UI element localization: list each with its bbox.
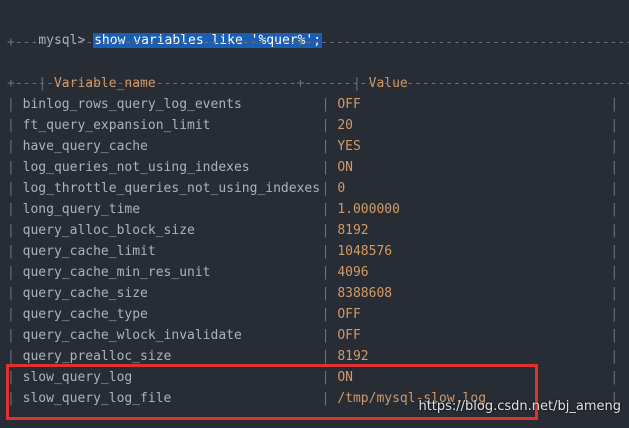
variable-value: 8388608 bbox=[337, 286, 393, 301]
table-row: | have_query_cache | YES | bbox=[7, 136, 618, 157]
variable-value: YES bbox=[337, 139, 361, 154]
table-row: | query_alloc_block_size | 8192 | bbox=[7, 220, 618, 241]
table-row: | query_cache_min_res_unit | 4096 | bbox=[7, 262, 618, 283]
variable-value: 20 bbox=[337, 118, 353, 133]
variable-name: query_cache_wlock_invalidate bbox=[22, 328, 242, 343]
variable-value: OFF bbox=[337, 307, 361, 322]
variable-name: query_cache_size bbox=[22, 286, 148, 301]
variable-name: long_query_time bbox=[22, 202, 141, 217]
variable-value: OFF bbox=[337, 328, 361, 343]
variable-value: OFF bbox=[337, 97, 361, 112]
variable-name: log_queries_not_using_indexes bbox=[22, 160, 250, 175]
table-row: | long_query_time | 1.000000 | bbox=[7, 199, 618, 220]
table-row: | binlog_rows_query_log_events | OFF | bbox=[7, 94, 618, 115]
table-row: | query_cache_type | OFF | bbox=[7, 304, 618, 325]
variable-value: 8192 bbox=[337, 223, 369, 238]
command-line[interactable]: mysql> show variables like '%quer%'; bbox=[7, 9, 323, 48]
variable-value: 4096 bbox=[337, 265, 369, 280]
variable-name: query_cache_limit bbox=[22, 244, 156, 259]
variable-value: 1.000000 bbox=[337, 202, 400, 217]
variable-name: query_cache_min_res_unit bbox=[22, 265, 211, 280]
table-row: | query_cache_wlock_invalidate | OFF | bbox=[7, 325, 618, 346]
variable-value: 0 bbox=[337, 181, 346, 196]
table-row: | log_throttle_queries_not_using_indexes… bbox=[7, 178, 618, 199]
watermark-text: https://blog.csdn.net/bj_ameng bbox=[418, 399, 621, 414]
table-border-top: +------------------------------------+--… bbox=[7, 35, 629, 50]
table-row: | query_cache_size | 8388608 | bbox=[7, 283, 618, 304]
variable-name: log_throttle_queries_not_using_indexes bbox=[22, 181, 321, 196]
variable-name: query_alloc_block_size bbox=[22, 223, 195, 238]
variable-name: ft_query_expansion_limit bbox=[22, 118, 211, 133]
variable-value: 1048576 bbox=[337, 244, 393, 259]
variable-name: have_query_cache bbox=[22, 139, 148, 154]
variable-value: ON bbox=[337, 160, 353, 175]
variable-name: binlog_rows_query_log_events bbox=[22, 97, 242, 112]
table-row: | query_cache_limit | 1048576 | bbox=[7, 241, 618, 262]
table-row: | log_queries_not_using_indexes | ON | bbox=[7, 157, 618, 178]
table-row: | ft_query_expansion_limit | 20 | bbox=[7, 115, 618, 136]
variable-name: query_cache_type bbox=[22, 307, 148, 322]
table-header-row: | Variable_name| Value| bbox=[7, 52, 629, 91]
table-border-mid: +------------------------------------+--… bbox=[7, 76, 629, 91]
